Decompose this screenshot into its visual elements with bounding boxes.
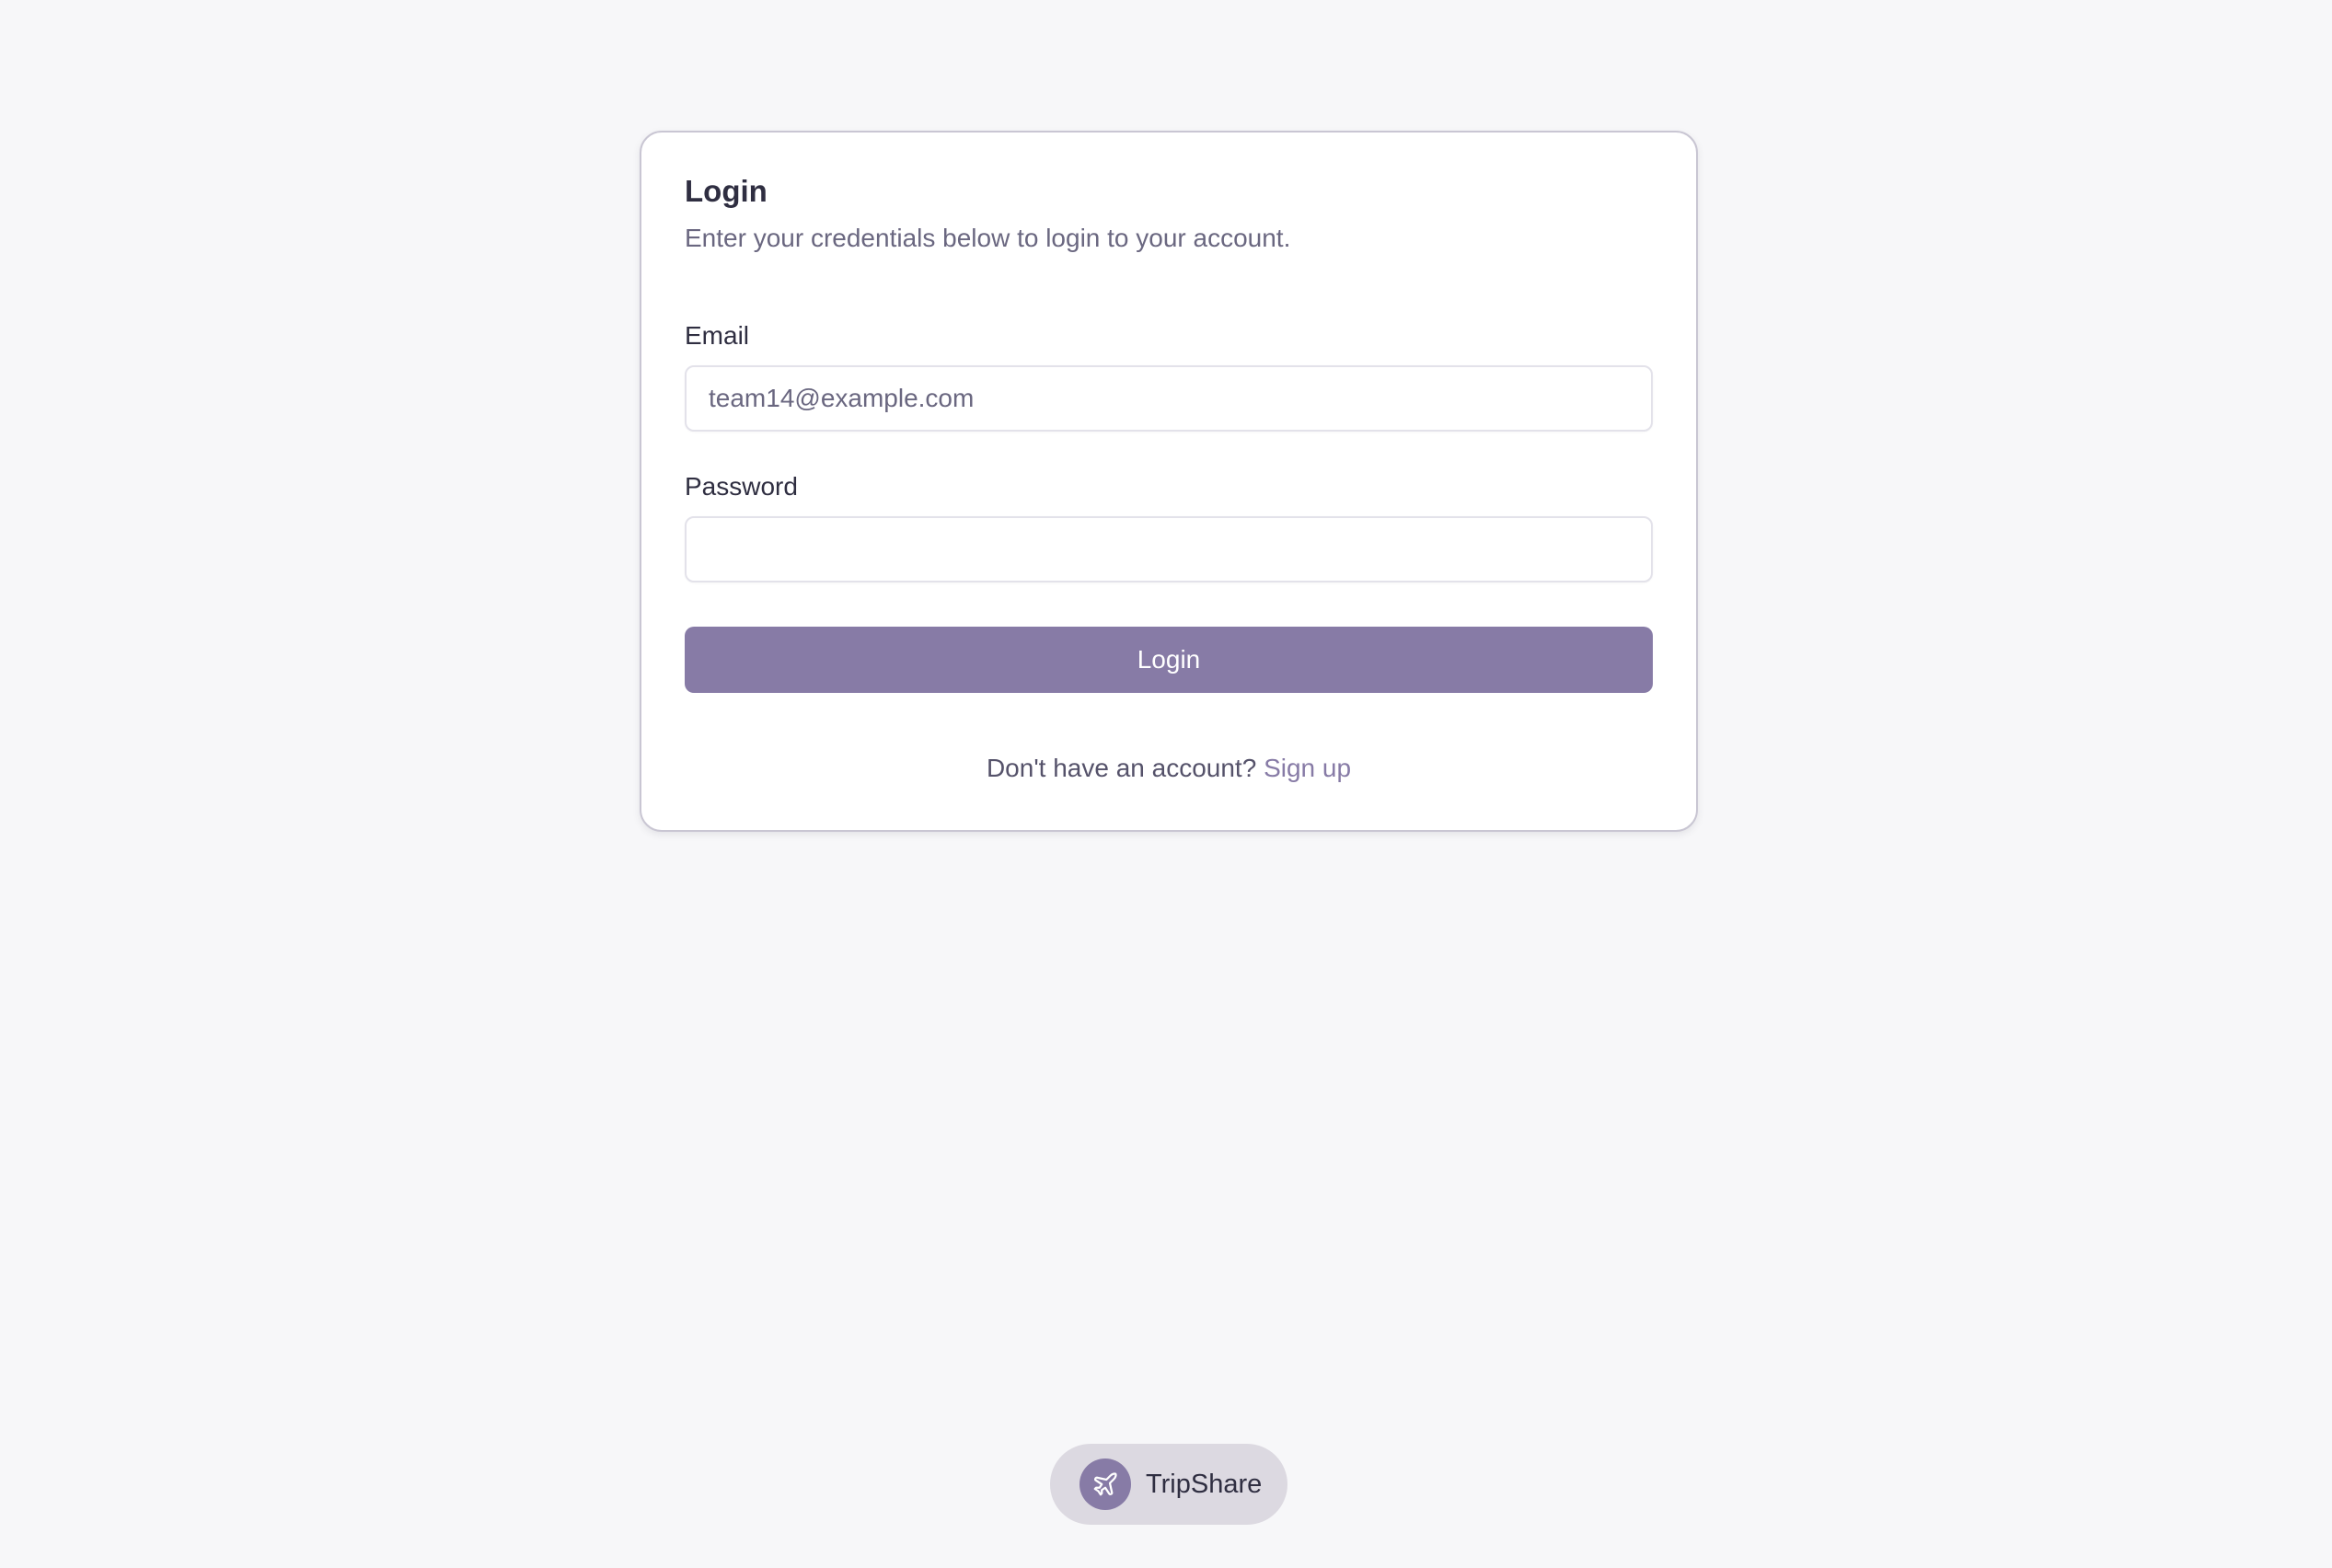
signup-prompt: Don't have an account? Sign up [685,753,1653,784]
password-field[interactable] [685,516,1653,582]
plane-icon [1079,1458,1131,1510]
login-card: Login Enter your credentials below to lo… [640,131,1698,832]
signup-prompt-text: Don't have an account? [986,754,1257,782]
brand-badge[interactable]: TripShare [1050,1444,1287,1525]
password-label: Password [685,472,798,501]
card-description: Enter your credentials below to login to… [685,224,1291,252]
login-button[interactable]: Login [685,627,1653,693]
brand-name: TripShare [1146,1469,1263,1499]
card-title: Login [685,174,768,208]
email-label: Email [685,321,750,350]
signup-link[interactable]: Sign up [1264,754,1351,782]
login-page: Login Enter your credentials below to lo… [0,0,2332,1568]
email-field[interactable] [685,365,1653,432]
